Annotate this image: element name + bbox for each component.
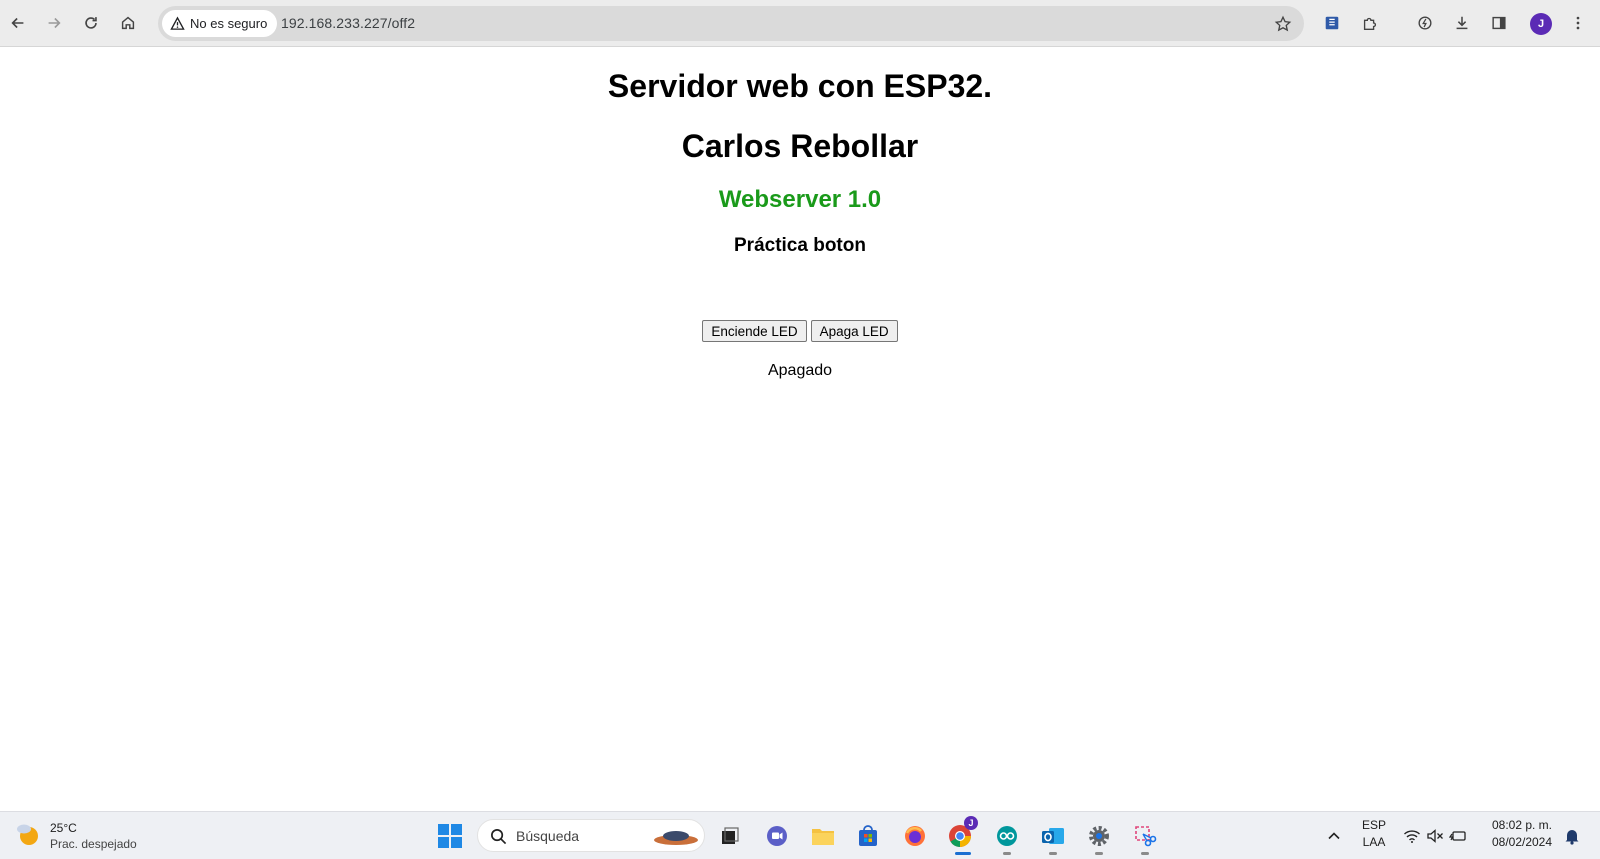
file-explorer-button[interactable]: [809, 822, 837, 850]
profile-avatar[interactable]: J: [1530, 13, 1552, 35]
led-status-text: Apagado: [767, 362, 833, 379]
firefox-icon: [905, 826, 925, 846]
settings-button[interactable]: [1085, 822, 1113, 850]
web-page: Servidor web con ESP32. Carlos Rebollar …: [0, 48, 1600, 811]
show-hidden-icons-button[interactable]: [1320, 822, 1348, 850]
task-view-icon: [722, 827, 739, 844]
network-button[interactable]: [1401, 822, 1423, 850]
teams-chat-button[interactable]: [763, 822, 791, 850]
gear-icon: [1089, 826, 1109, 846]
keyboard-layout: LAA: [1362, 835, 1386, 849]
version-heading: Webserver 1.0: [718, 186, 882, 213]
url-text[interactable]: 192.168.233.227/off2: [281, 15, 415, 31]
chrome-profile-badge: J: [964, 816, 978, 830]
battery-button[interactable]: [1447, 822, 1469, 850]
volume-muted-icon: [1427, 829, 1443, 843]
led-controls: Enciende LED Apaga LED: [0, 320, 1600, 342]
chevron-up-icon: [1328, 832, 1340, 840]
section-heading: Práctica boton: [734, 235, 866, 256]
clock-date: 08/02/2024: [1491, 835, 1553, 849]
reload-icon: [85, 17, 97, 29]
task-view-button[interactable]: [716, 822, 744, 850]
snipping-tool-button[interactable]: [1131, 822, 1159, 850]
browser-toolbar: No es seguro 192.168.233.227/off2 J: [0, 0, 1600, 47]
arduino-running-indicator: [1003, 852, 1011, 855]
home-icon: [121, 16, 135, 30]
reload-button[interactable]: [77, 9, 105, 37]
weather-temp: 25°C: [50, 821, 77, 835]
chat-icon: [767, 826, 787, 846]
download-icon: [1456, 16, 1468, 30]
clock[interactable]: 08:02 p. m. 08/02/2024: [1484, 817, 1560, 851]
firefox-button[interactable]: [901, 822, 929, 850]
weather-desc: Prac. despejado: [50, 837, 137, 851]
volume-button[interactable]: [1424, 822, 1446, 850]
outlook-icon: [1042, 828, 1064, 844]
chrome-button[interactable]: J: [946, 816, 978, 850]
microsoft-store-button[interactable]: [854, 822, 882, 850]
warning-icon: [170, 16, 185, 30]
outlook-running-indicator: [1049, 852, 1057, 855]
security-label: No es seguro: [190, 16, 268, 31]
taskbar-search[interactable]: Búsqueda: [477, 819, 705, 852]
language-code: ESP: [1361, 818, 1386, 832]
more-vertical-icon: [1576, 16, 1580, 30]
page-title: Servidor web con ESP32.: [607, 68, 993, 104]
browser-menu-button[interactable]: [1564, 9, 1592, 37]
back-arrow-icon: [11, 17, 24, 29]
chrome-active-indicator: [955, 852, 971, 855]
bell-icon: [1565, 830, 1579, 845]
windows-taskbar: 25°C Prac. despejado Búsqueda J ESP LAA …: [0, 811, 1600, 859]
forward-arrow-icon: [48, 17, 61, 29]
clock-time: 08:02 p. m.: [1491, 818, 1553, 832]
search-icon: [491, 829, 507, 845]
reading-list-icon: [1325, 16, 1339, 30]
arduino-ide-button[interactable]: [993, 822, 1021, 850]
extensions-button[interactable]: [1356, 9, 1384, 37]
led-off-button[interactable]: Apaga LED: [810, 320, 898, 342]
forward-button[interactable]: [40, 9, 68, 37]
wifi-icon: [1404, 830, 1420, 843]
outlook-button[interactable]: [1039, 822, 1067, 850]
side-panel-icon: [1492, 16, 1506, 30]
weather-widget[interactable]: 25°C Prac. despejado: [14, 820, 137, 852]
folder-icon: [812, 829, 834, 845]
windows-logo-icon: [438, 824, 462, 848]
settings-running-indicator: [1095, 852, 1103, 855]
start-button[interactable]: [436, 822, 464, 850]
notifications-button[interactable]: [1560, 822, 1584, 850]
search-highlight-icon: [654, 831, 698, 845]
store-icon: [859, 825, 877, 846]
led-on-button[interactable]: Enciende LED: [702, 320, 807, 342]
address-bar[interactable]: No es seguro 192.168.233.227/off2: [158, 6, 1304, 41]
search-label: Búsqueda: [516, 828, 580, 844]
star-icon: [1274, 15, 1292, 32]
partly-sunny-icon: [17, 824, 38, 845]
performance-button[interactable]: [1411, 9, 1439, 37]
puzzle-icon: [1363, 17, 1377, 30]
home-button[interactable]: [114, 9, 142, 37]
author-heading: Carlos Rebollar: [681, 128, 919, 164]
snipping-running-indicator: [1141, 852, 1149, 855]
reading-list-button[interactable]: [1318, 9, 1346, 37]
security-chip[interactable]: No es seguro: [162, 10, 278, 37]
bookmark-star-button[interactable]: [1272, 13, 1294, 35]
side-panel-button[interactable]: [1485, 9, 1513, 37]
back-button[interactable]: [4, 9, 32, 37]
snipping-tool-icon: [1135, 826, 1157, 847]
language-indicator[interactable]: ESP LAA: [1359, 817, 1389, 851]
battery-charging-icon: [1449, 831, 1466, 841]
arduino-icon: [997, 826, 1017, 846]
downloads-button[interactable]: [1448, 9, 1476, 37]
speed-icon: [1418, 16, 1432, 30]
